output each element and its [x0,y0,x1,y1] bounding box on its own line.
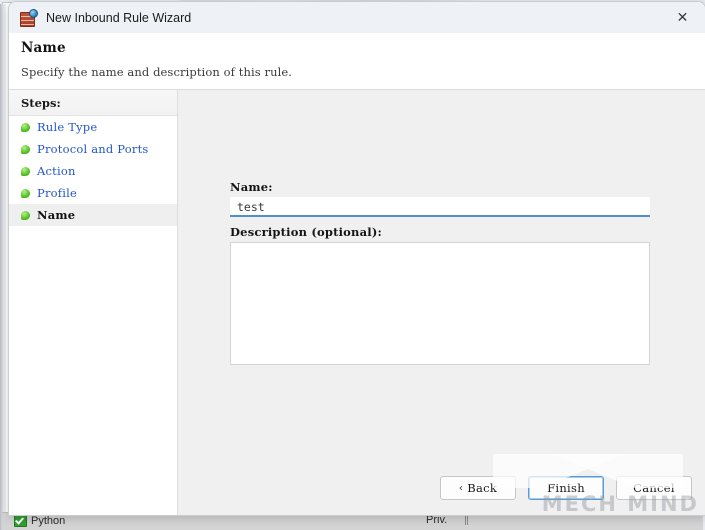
dialog-title: New Inbound Rule Wizard [46,10,192,25]
sidebar-item-protocol-and-ports[interactable]: Protocol and Ports [9,138,177,160]
description-input[interactable] [230,242,650,365]
cancel-button[interactable]: Cancel [616,476,692,500]
dialog-titlebar[interactable]: New Inbound Rule Wizard ✕ [9,2,705,33]
sidebar-item-action[interactable]: Action [9,160,177,182]
chevron-left-icon: ‹ [458,482,464,494]
name-input[interactable] [230,197,650,217]
step-bullet-icon [21,122,30,132]
step-bullet-icon [21,166,30,176]
sidebar-item-label: Profile [37,186,77,200]
sidebar-item-label: Protocol and Ports [37,142,149,156]
sidebar-item-profile[interactable]: Profile [9,182,177,204]
dialog-footer-buttons: ‹ Back Finish Cancel [440,476,692,500]
back-button-label: Back [467,481,498,495]
page-subtitle: Specify the name and description of this… [21,65,293,79]
step-bullet-icon [21,188,30,198]
background-window-left-edge [0,4,6,530]
finish-button[interactable]: Finish [528,476,604,500]
name-field-label: Name: [230,180,273,194]
sidebar-item-label: Name [37,208,76,222]
sidebar-item-name[interactable]: Name [9,204,177,226]
steps-sidebar: Steps: Rule Type Protocol and Ports Acti… [9,90,178,515]
status-bar-app-label: Python [31,514,66,527]
description-field-label: Description (optional): [230,225,382,239]
back-button[interactable]: ‹ Back [440,476,516,500]
dialog-header: Name Specify the name and description of… [9,33,705,90]
steps-heading: Steps: [9,90,177,116]
sidebar-item-rule-type[interactable]: Rule Type [9,116,177,138]
column-divider-icon[interactable] [465,515,467,525]
new-inbound-rule-wizard-dialog: New Inbound Rule Wizard ✕ Name Specify t… [8,1,705,516]
sidebar-item-label: Rule Type [37,120,98,134]
sidebar-item-label: Action [37,164,76,178]
step-bullet-icon [21,144,30,154]
close-icon[interactable]: ✕ [660,2,705,33]
step-bullet-icon [21,210,30,220]
finish-button-label: Finish [547,481,585,495]
cancel-button-label: Cancel [633,481,675,495]
close-icon-glyph: ✕ [676,9,689,26]
page-title: Name [21,40,66,56]
dialog-body: Steps: Rule Type Protocol and Ports Acti… [9,90,705,515]
dialog-content-panel: Name: Description (optional): ‹ Back Fin… [178,90,705,515]
firewall-shield-icon [20,9,38,27]
